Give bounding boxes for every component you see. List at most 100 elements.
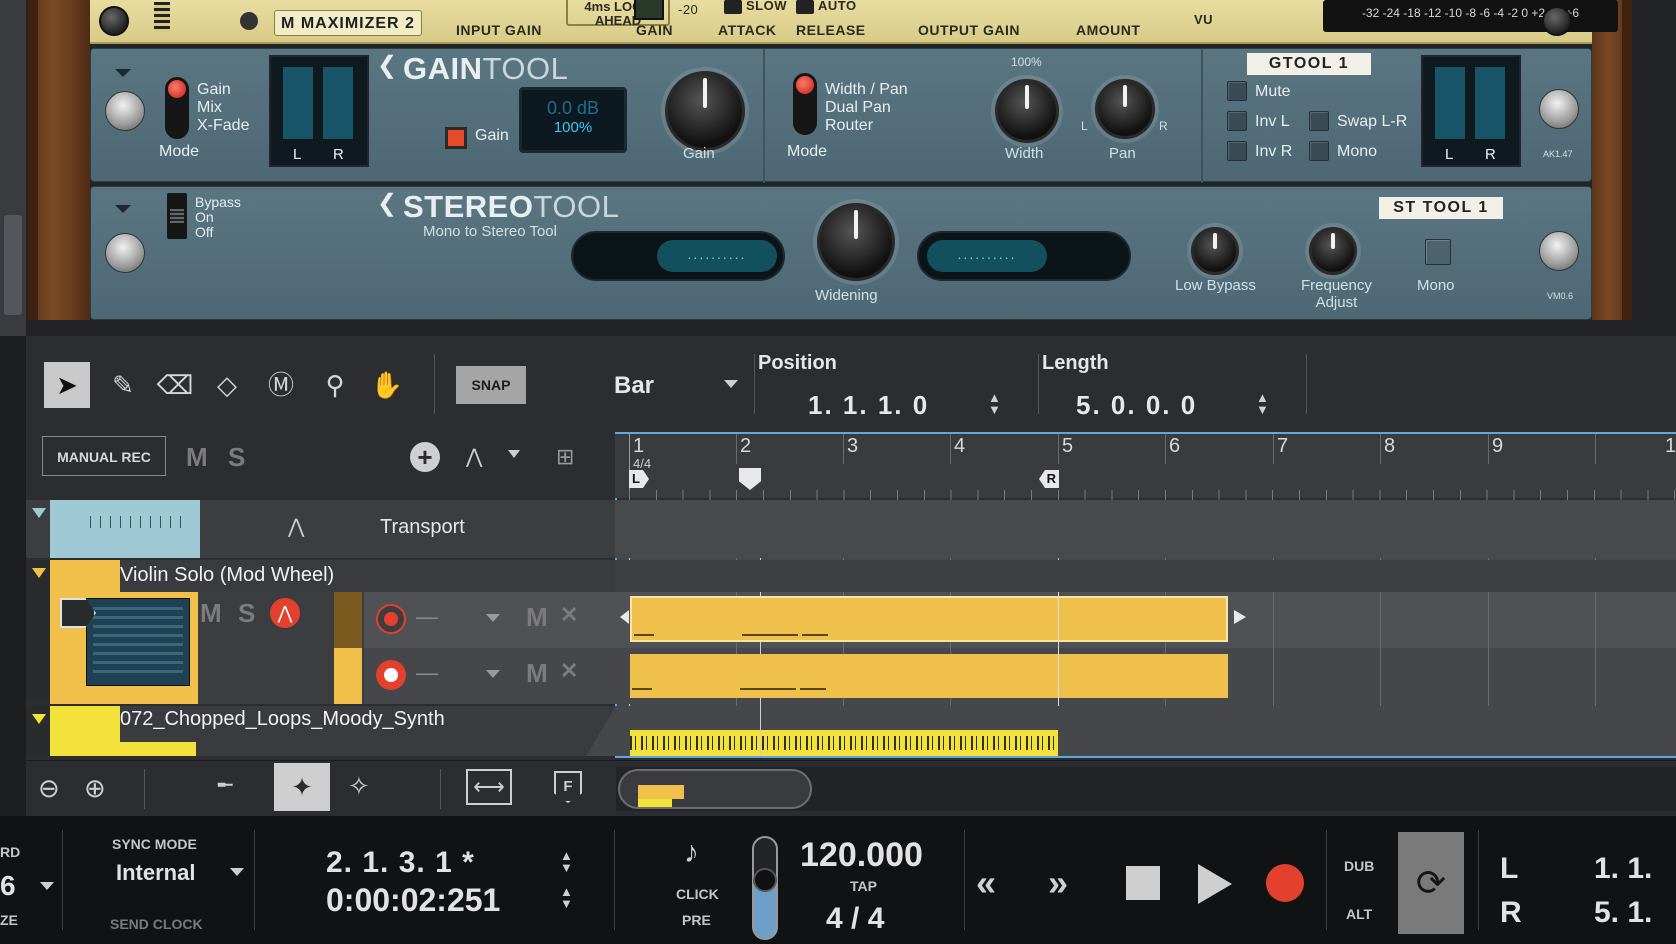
metronome-icon[interactable]: ♪ bbox=[684, 836, 699, 870]
fast-forward-icon[interactable]: » bbox=[1048, 862, 1068, 904]
lane-2-mute[interactable]: M bbox=[526, 658, 548, 689]
snap-dropdown-chevron-icon[interactable] bbox=[724, 380, 738, 388]
violin-solo-button[interactable]: S bbox=[238, 598, 255, 629]
fold-triangle-icon[interactable] bbox=[32, 714, 46, 724]
lane-2-delete-icon[interactable]: ✕ bbox=[560, 658, 578, 684]
gain-led-button[interactable] bbox=[445, 127, 467, 149]
navigator-viewport[interactable] bbox=[618, 769, 812, 809]
mute-tool-icon[interactable]: Ⓜ bbox=[258, 362, 304, 408]
time-stepper-icon[interactable]: ▲ ▼ bbox=[560, 885, 573, 910]
click-label[interactable]: CLICK bbox=[676, 886, 719, 902]
st-name-tag[interactable]: ST TOOL 1 bbox=[1379, 197, 1503, 219]
snap-button[interactable]: SNAP bbox=[456, 366, 526, 404]
magnify-tool-icon[interactable]: ⚲ bbox=[312, 362, 358, 408]
timeline-ruler[interactable]: 1 2 3 4 5 6 7 8 9 1 4/4 L R bbox=[615, 432, 1676, 500]
eraser-tool-icon[interactable]: ⌫ bbox=[152, 362, 198, 408]
manual-rec-button[interactable]: MANUAL REC bbox=[42, 436, 166, 476]
row-height-small-icon[interactable]: ╾ bbox=[218, 771, 232, 800]
song-position-time[interactable]: 0:00:02:251 bbox=[326, 882, 500, 919]
add-track-icon[interactable]: + bbox=[410, 442, 440, 472]
fit-to-window-icon[interactable]: ⟷ bbox=[466, 769, 512, 805]
loop-right-value[interactable]: 5. 1. bbox=[1594, 896, 1652, 930]
partial-chevron-icon[interactable] bbox=[40, 882, 54, 890]
pencil-tool-icon[interactable]: ✎ bbox=[100, 362, 146, 408]
inv-l-checkbox[interactable] bbox=[1227, 111, 1247, 131]
tap-button[interactable]: TAP bbox=[850, 878, 877, 894]
lane-1-delete-icon[interactable]: ✕ bbox=[560, 602, 578, 628]
maximizer-name-tag[interactable]: M MAXIMIZER 2 bbox=[274, 10, 422, 36]
stereotool-output-knob[interactable] bbox=[1539, 231, 1579, 271]
fold-triangle-icon[interactable] bbox=[115, 69, 131, 77]
loop-left-value[interactable]: 1. 1. bbox=[1594, 852, 1652, 886]
position-value[interactable]: 1. 1. 1. 0 bbox=[808, 390, 929, 421]
lane-1-chevron-icon[interactable] bbox=[486, 614, 500, 622]
slow-switch[interactable] bbox=[724, 0, 742, 14]
gtool-name-tag[interactable]: GTOOL 1 bbox=[1247, 53, 1371, 75]
sync-mode-chevron-icon[interactable] bbox=[230, 868, 244, 876]
instrument-thumbnail[interactable] bbox=[86, 598, 190, 686]
frequency-adjust-knob[interactable] bbox=[1309, 227, 1357, 275]
song-position-bars[interactable]: 2. 1. 3. 1 * bbox=[326, 846, 475, 880]
master-solo-button[interactable]: S bbox=[228, 442, 245, 473]
mute-checkbox[interactable] bbox=[1227, 81, 1247, 101]
violin-track-name-row[interactable]: Violin Solo (Mod Wheel) bbox=[26, 560, 616, 700]
lane-1-mute[interactable]: M bbox=[526, 602, 548, 633]
follow-song-icon[interactable]: F bbox=[554, 771, 582, 803]
auto-switch[interactable] bbox=[796, 0, 814, 14]
swap-checkbox[interactable] bbox=[1309, 111, 1329, 131]
lane-1-record-button[interactable] bbox=[376, 604, 406, 634]
lane-2-chevron-icon[interactable] bbox=[486, 670, 500, 678]
automation-chevron-icon[interactable] bbox=[508, 450, 520, 458]
transport-lane[interactable] bbox=[615, 500, 1676, 558]
select-tool-icon[interactable]: ➤ bbox=[44, 362, 90, 408]
widening-knob[interactable] bbox=[817, 203, 895, 281]
dub-button[interactable]: DUB bbox=[1344, 858, 1374, 874]
time-signature-value[interactable]: 4 / 4 bbox=[826, 902, 884, 936]
fold-triangle-icon[interactable] bbox=[32, 508, 46, 518]
audio-clip[interactable] bbox=[630, 730, 1058, 756]
rack-scrollbar[interactable] bbox=[0, 0, 26, 336]
sync-mode-value[interactable]: Internal bbox=[116, 860, 195, 886]
tempo-value[interactable]: 120.000 bbox=[800, 836, 923, 875]
hand-tool-icon[interactable]: ✋ bbox=[364, 362, 410, 408]
razor-tool-icon[interactable]: ◇ bbox=[204, 362, 250, 408]
loops-track-header[interactable]: 072_Chopped_Loops_Moody_Synth bbox=[26, 706, 616, 756]
row-height-medium-icon[interactable]: ✦ bbox=[274, 763, 330, 811]
pan-knob[interactable] bbox=[1095, 79, 1155, 139]
fold-triangle-icon[interactable] bbox=[115, 205, 131, 213]
violin-lane-top[interactable] bbox=[615, 560, 1676, 592]
width-knob[interactable] bbox=[995, 79, 1059, 143]
row-height-large-icon[interactable]: ✧ bbox=[348, 771, 370, 802]
gaintool-mode-toggle[interactable] bbox=[165, 77, 189, 139]
router-mode-toggle[interactable] bbox=[793, 73, 817, 135]
length-value[interactable]: 5. 0. 0. 0 bbox=[1076, 390, 1197, 421]
record-icon[interactable] bbox=[1266, 864, 1304, 902]
mono-checkbox[interactable] bbox=[1309, 141, 1329, 161]
position-stepper-icon[interactable]: ▲ ▼ bbox=[988, 391, 1001, 416]
stereotool-input-knob[interactable] bbox=[105, 233, 145, 273]
transport-automation-icon[interactable]: ⋀ bbox=[288, 514, 304, 539]
lane-2[interactable]: — M ✕ bbox=[364, 648, 616, 704]
snap-value[interactable]: Bar bbox=[614, 372, 654, 400]
bypass-switch[interactable] bbox=[167, 193, 187, 239]
transport-track-header[interactable]: ⋀ Transport bbox=[26, 500, 616, 558]
zoom-out-icon[interactable]: ⊖ bbox=[38, 773, 60, 804]
stop-icon[interactable] bbox=[1126, 866, 1160, 900]
lane-1[interactable]: — M ✕ bbox=[364, 592, 616, 648]
gaintool-input-knob[interactable] bbox=[105, 91, 145, 131]
click-level-slider[interactable] bbox=[752, 836, 778, 940]
grid-view-icon[interactable]: ⊞ bbox=[556, 444, 574, 470]
lane-2-record-button[interactable] bbox=[376, 660, 406, 690]
fold-triangle-icon[interactable] bbox=[32, 568, 46, 578]
automation-rec-icon[interactable]: ⋀ bbox=[270, 598, 300, 628]
note-clip-selected[interactable] bbox=[630, 596, 1228, 642]
clip-right-handle-icon[interactable] bbox=[1234, 610, 1246, 624]
rack-scroll-thumb[interactable] bbox=[4, 215, 22, 315]
zoom-in-icon[interactable]: ⊕ bbox=[84, 773, 106, 804]
loop-toggle-icon[interactable]: ⟳ bbox=[1398, 832, 1464, 934]
pre-label[interactable]: PRE bbox=[682, 912, 711, 928]
rewind-icon[interactable]: « bbox=[976, 862, 996, 904]
violin-mute-button[interactable]: M bbox=[200, 598, 222, 629]
mono-button[interactable] bbox=[1425, 239, 1451, 265]
master-mute-button[interactable]: M bbox=[186, 442, 208, 473]
